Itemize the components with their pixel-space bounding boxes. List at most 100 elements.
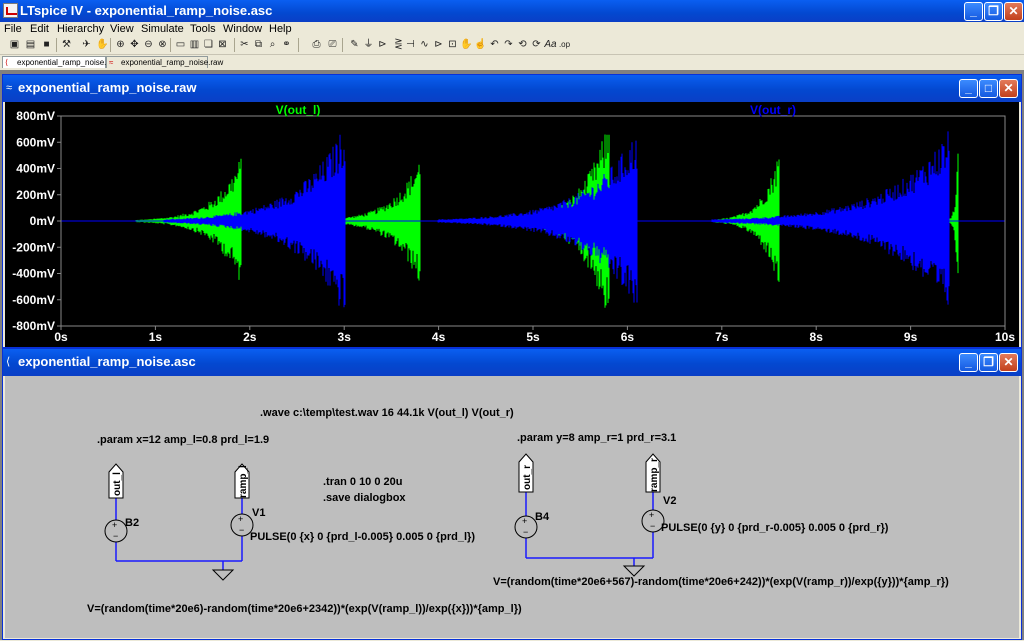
save-directive[interactable]: .save dialogbox (323, 492, 406, 504)
v1-value[interactable]: PULSE(0 {x} 0 {prd_l-0.005} 0.005 0 {prd… (250, 531, 475, 543)
schematic-close-button[interactable]: ✕ (999, 353, 1018, 372)
menu-help[interactable]: Help (269, 22, 292, 36)
printer-icon[interactable]: ⎚ (326, 38, 339, 51)
redo-icon[interactable]: ↷ (502, 38, 515, 51)
tab-waveform[interactable]: ≈ exponential_ramp_noise.raw (106, 56, 223, 68)
left-circuit-wires (115, 498, 243, 570)
param-l-directive[interactable]: .param x=12 amp_l=0.8 prd_l=1.9 (97, 434, 269, 446)
b4-value[interactable]: V=(random(time*20e6+567)-random(time*20e… (493, 576, 949, 588)
diode-icon[interactable]: ⊳ (432, 38, 445, 51)
print-icon-2[interactable]: ⎙ (310, 38, 323, 51)
menu-view[interactable]: View (110, 22, 134, 36)
x-tick-label: 10s (995, 330, 1015, 344)
find-icon[interactable]: ⌕ (266, 38, 279, 51)
schematic-minimize-button[interactable]: _ (959, 353, 978, 372)
wire-icon[interactable]: ✎ (348, 38, 361, 51)
component-icon[interactable]: ⊡ (446, 38, 459, 51)
print-icon[interactable]: ✂ (238, 38, 251, 51)
zoom-fit-icon[interactable]: ⊗ (156, 38, 169, 51)
b2-name: B2 (125, 517, 139, 529)
ground-symbol-left[interactable] (211, 569, 235, 581)
schematic-icon: ⟨ (6, 356, 11, 368)
binoculars-icon[interactable]: ⚭ (280, 38, 293, 51)
x-tick-label: 8s (810, 330, 824, 344)
waveform-maximize-button[interactable]: □ (979, 79, 998, 98)
close-button[interactable]: ✕ (1004, 2, 1023, 21)
waveform-minimize-button[interactable]: _ (959, 79, 978, 98)
control-panel-icon[interactable]: ⚒ (60, 38, 73, 51)
ground-icon[interactable]: ⏚ (362, 38, 375, 51)
tile-horizontal-icon[interactable]: ▭ (174, 38, 187, 51)
svg-text:+: + (238, 514, 243, 524)
close-window-icon[interactable]: ⊠ (216, 38, 229, 51)
menu-window[interactable]: Window (223, 22, 262, 36)
drag-icon[interactable]: ☝ (474, 38, 487, 51)
menu-file[interactable]: File (4, 22, 22, 36)
right-circuit-wires (525, 492, 654, 566)
spice-directive-icon[interactable]: .op (558, 38, 571, 51)
x-tick-label: 4s (432, 330, 446, 344)
app-title: LTspice IV - exponential_ramp_noise.asc (20, 3, 273, 18)
v1-name: V1 (252, 507, 265, 519)
y-tick-label: 0mV (30, 214, 55, 228)
run-icon[interactable]: ✈ (80, 38, 93, 51)
menu-edit[interactable]: Edit (30, 22, 49, 36)
menu-bar: File Edit Hierarchy View Simulate Tools … (0, 22, 1024, 36)
minimize-button[interactable]: _ (964, 2, 983, 21)
menu-simulate[interactable]: Simulate (141, 22, 184, 36)
cascade-icon[interactable]: ❏ (202, 38, 215, 51)
schematic-window-title: exponential_ramp_noise.asc (18, 354, 196, 369)
rotate-icon[interactable]: ⟲ (516, 38, 529, 51)
param-r-directive[interactable]: .param y=8 amp_r=1 prd_r=3.1 (517, 432, 676, 444)
ltspice-app-icon (3, 3, 18, 18)
label-icon[interactable]: ⊳ (376, 38, 389, 51)
zoom-in-icon[interactable]: ⊕ (114, 38, 127, 51)
schematic-canvas[interactable]: .wave c:\temp\test.wav 16 44.1k V(out_l)… (5, 376, 1019, 638)
text-icon[interactable]: Aa (544, 38, 557, 51)
wave-directive[interactable]: .wave c:\temp\test.wav 16 44.1k V(out_l)… (260, 407, 514, 419)
ground-symbol-right[interactable] (622, 565, 646, 577)
y-tick-label: 200mV (16, 188, 55, 202)
capacitor-icon[interactable]: ⊣ (404, 38, 417, 51)
legend-out-l[interactable]: V(out_l) (276, 103, 321, 117)
svg-text:−: − (239, 525, 244, 535)
v2-value[interactable]: PULSE(0 {y} 0 {prd_r-0.005} 0.005 0 {prd… (661, 522, 889, 534)
y-tick-label: 800mV (16, 109, 55, 123)
print-preview-icon[interactable]: ⧉ (252, 38, 265, 51)
schematic-icon: ⟨ (5, 58, 9, 67)
trace-vout_r (61, 131, 1005, 308)
mirror-icon[interactable]: ⟳ (530, 38, 543, 51)
schematic-drawing: .wave c:\temp\test.wav 16 44.1k V(out_l)… (87, 407, 949, 615)
open-icon[interactable]: ▤ (24, 38, 37, 51)
document-tabs: ⟨ exponential_ramp_noise.asc ≈ exponenti… (0, 55, 1024, 69)
zoom-out-icon[interactable]: ⊖ (142, 38, 155, 51)
tile-vertical-icon[interactable]: ▥ (188, 38, 201, 51)
x-tick-label: 0s (54, 330, 68, 344)
tran-directive[interactable]: .tran 0 10 0 20u (323, 476, 403, 488)
menu-hierarchy[interactable]: Hierarchy (57, 22, 104, 36)
restore-button[interactable]: ❐ (984, 2, 1003, 21)
new-schematic-icon[interactable]: ▣ (8, 38, 21, 51)
waveform-close-button[interactable]: ✕ (999, 79, 1018, 98)
save-icon[interactable]: ■ (40, 38, 53, 51)
pan-icon[interactable]: ✥ (128, 38, 141, 51)
schematic-restore-button[interactable]: ❐ (979, 353, 998, 372)
menu-tools[interactable]: Tools (190, 22, 216, 36)
mdi-workspace: ≈ exponential_ramp_noise.raw _ □ ✕ 0s 1s 2… (0, 70, 1024, 640)
svg-text:−: − (650, 521, 655, 531)
move-icon[interactable]: ✋ (460, 38, 473, 51)
tab-schematic[interactable]: ⟨ exponential_ramp_noise.asc (2, 56, 119, 68)
out-l-label: out_l (112, 472, 123, 496)
ramp-r-label: ramp_r (649, 458, 660, 492)
undo-icon[interactable]: ↶ (488, 38, 501, 51)
noise-burst (163, 134, 346, 308)
halt-icon[interactable]: ✋ (96, 38, 109, 51)
x-tick-label: 9s (904, 330, 918, 344)
y-tick-label: 600mV (16, 135, 55, 149)
y-tick-label: 400mV (16, 162, 55, 176)
waveform-plot[interactable]: 0s 1s 2s 3s 4s 5s 6s 7s 8s 9s 10s 800mV 600mV 400mV 20… (5, 102, 1019, 347)
b2-value[interactable]: V=(random(time*20e6)-random(time*20e6+23… (87, 603, 522, 615)
legend-out-r[interactable]: V(out_r) (750, 103, 796, 117)
y-tick-label: -200mV (12, 240, 55, 254)
inductor-icon[interactable]: ∿ (418, 38, 431, 51)
